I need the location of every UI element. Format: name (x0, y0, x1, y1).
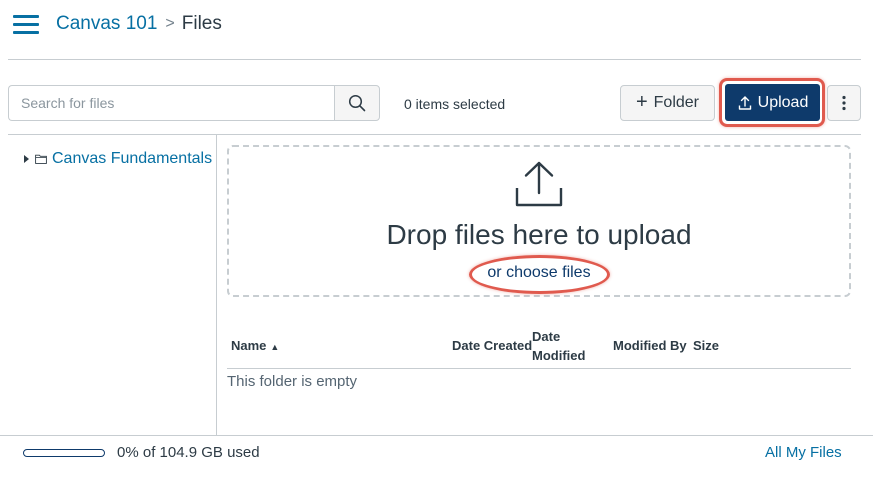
search-button[interactable] (334, 85, 380, 121)
storage-quota-bar (23, 449, 105, 457)
toolbar-divider (8, 134, 861, 135)
upload-icon (515, 161, 563, 207)
column-header-name[interactable]: Name ▲ (231, 337, 279, 356)
add-folder-label: Folder (653, 94, 700, 111)
more-options-button[interactable] (827, 85, 861, 121)
breadcrumb-course-link[interactable]: Canvas 101 (56, 13, 157, 34)
footer-divider (0, 435, 873, 436)
column-header-date-modified[interactable]: Date Modified (532, 327, 592, 365)
breadcrumb-separator: > (165, 15, 175, 32)
upload-icon (738, 95, 751, 110)
search-input[interactable] (8, 85, 334, 121)
expand-caret-icon[interactable] (24, 155, 29, 163)
column-name-label: Name (231, 338, 267, 353)
breadcrumb-current-page: Files (181, 13, 222, 34)
sort-ascending-icon: ▲ (270, 342, 280, 352)
folder-tree-label[interactable]: Canvas Fundamentals (52, 150, 212, 168)
upload-label: Upload (757, 93, 809, 111)
plus-icon: + (635, 91, 648, 113)
upload-button[interactable]: Upload (725, 84, 820, 121)
drop-zone-title: Drop files here to upload (386, 219, 692, 250)
header-divider (8, 59, 861, 60)
sidebar-divider (216, 135, 217, 435)
folder-tree-item[interactable]: Canvas Fundamentals (24, 150, 212, 168)
all-my-files-link[interactable]: All My Files (765, 444, 842, 462)
table-header-divider (227, 368, 851, 369)
storage-quota-text: 0% of 104.9 GB used (117, 444, 260, 461)
selection-count: 0 items selected (404, 96, 506, 112)
column-header-date-created[interactable]: Date Created (452, 337, 532, 354)
folder-icon (35, 154, 47, 164)
search-icon (348, 94, 366, 112)
add-folder-button[interactable]: + Folder (620, 85, 715, 121)
empty-folder-message: This folder is empty (227, 373, 358, 390)
hamburger-menu-icon[interactable] (13, 14, 39, 36)
column-header-size[interactable]: Size (693, 337, 719, 354)
breadcrumb: Canvas 101 > Files (56, 12, 222, 37)
kebab-menu-icon (842, 95, 846, 111)
column-header-modified-by[interactable]: Modified By (613, 337, 687, 354)
choose-files-highlight-annotation (469, 255, 610, 294)
